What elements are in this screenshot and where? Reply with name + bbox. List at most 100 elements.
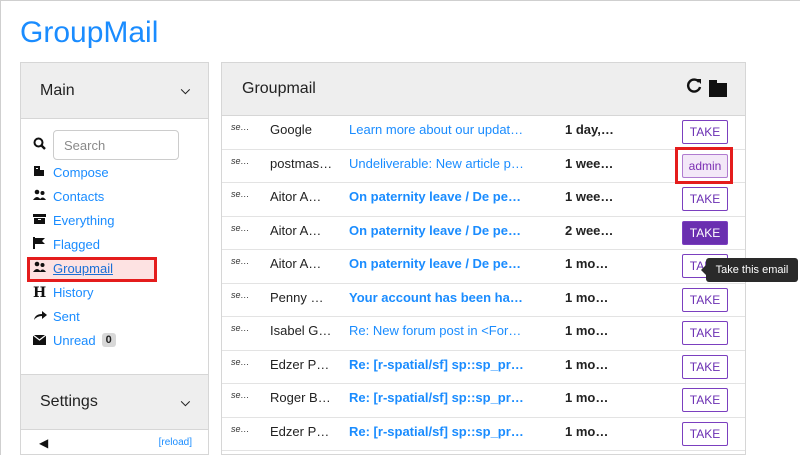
row-date: 1 mo… (565, 390, 609, 405)
sidebar-item-sent[interactable]: Sent (33, 309, 208, 325)
take-button[interactable]: TAKE (682, 220, 728, 245)
row-date: 1 mo… (565, 323, 609, 338)
row-subject-link[interactable]: Your account has been ha… (349, 284, 557, 317)
table-row[interactable]: se… Edzer P… Re: [r-spatial/sf] sp::sp_pr…… (222, 418, 745, 451)
table-row[interactable]: se… Isabel G… Re: New forum post in <For… 1… (222, 317, 745, 351)
sidebar-item-label: Groupmail (53, 261, 113, 276)
row-select-toggle[interactable]: se… (231, 150, 251, 183)
row-subject-link[interactable]: On paternity leave / De pe… (349, 250, 557, 283)
sidebar-item-label: Sent (53, 309, 80, 324)
row-select-toggle[interactable]: se… (231, 284, 251, 317)
table-row[interactable]: se… Roger B… Re: [r-spatial/sf] sp::sp_pr…… (222, 384, 745, 418)
row-subject-link[interactable]: Re: [r-spatial/sf] sp::sp_pr… (349, 351, 557, 384)
sidebar-item-label: Compose (53, 165, 109, 180)
table-row[interactable]: se… Aitor A… On paternity leave / De pe… 2 … (222, 217, 745, 250)
sidebar-item-flagged[interactable]: Flagged (33, 237, 208, 253)
table-row[interactable]: se… postmas… Undeliverable: New article p…… (222, 146, 745, 184)
sidebar-footer: ◀ [reload] (21, 430, 208, 455)
sidebar-item-unread[interactable]: Unread 0 (32, 333, 208, 349)
sidebar-item-groupmail[interactable]: Groupmail (27, 257, 208, 282)
chevron-down-icon[interactable]: ⌵ (181, 83, 190, 98)
row-subject-link[interactable]: Learn more about our updat… (349, 116, 557, 149)
take-button[interactable]: TAKE (682, 187, 728, 211)
search-row (33, 129, 208, 161)
row-date: 1 mo… (565, 423, 609, 439)
row-select-toggle[interactable]: se… (231, 217, 251, 250)
row-select-toggle[interactable]: se… (231, 183, 251, 216)
group-icon (33, 261, 53, 277)
collapse-left-icon[interactable]: ◀ (39, 436, 48, 450)
row-date: 1 mo… (565, 289, 609, 305)
row-subject-link[interactable]: On paternity leave / De pe… (349, 217, 557, 250)
sidebar-item-label: Unread (53, 333, 96, 348)
table-row[interactable]: se… Aitor A… On paternity leave / De pe… 1 … (222, 183, 745, 217)
row-subject-link[interactable]: Re: [r-spatial/sf] sp::sp_pr… (349, 418, 557, 451)
unread-icon (32, 333, 53, 349)
chevron-down-icon[interactable]: ⌵ (181, 395, 190, 410)
table-row[interactable]: se… Edzer P… Re: [r-spatial/sf] sp::sp_pr…… (222, 351, 745, 384)
search-icon (33, 137, 53, 153)
settings-section-header[interactable]: Settings ⌵ (21, 374, 208, 430)
sidebar-item-contacts[interactable]: Contacts (33, 189, 208, 205)
unread-count-badge: 0 (101, 333, 116, 347)
sidebar: Main ⌵ Compose Contacts Everything (20, 62, 209, 455)
refresh-icon[interactable] (685, 77, 703, 101)
settings-section-label: Settings (40, 393, 98, 410)
sidebar-item-label: Contacts (53, 189, 105, 204)
take-button[interactable]: TAKE (682, 421, 728, 446)
folder-icon[interactable] (709, 80, 727, 97)
flag-icon (33, 237, 53, 253)
sent-icon (33, 309, 53, 325)
row-select-toggle[interactable]: se… (231, 317, 251, 350)
row-date: 1 mo… (565, 256, 609, 271)
row-date: 1 day,… (565, 122, 614, 137)
everything-icon (33, 213, 53, 229)
sidebar-item-label: Everything (53, 213, 115, 228)
row-date: 2 wee… (565, 222, 614, 238)
row-select-toggle[interactable]: se… (231, 384, 251, 417)
row-select-toggle[interactable]: se… (231, 351, 251, 384)
row-subject-link[interactable]: On paternity leave / De pe… (349, 183, 557, 216)
row-sender: Aitor A… (270, 189, 322, 204)
row-sender: Penny … (270, 289, 324, 305)
row-sender: Aitor A… (270, 222, 322, 238)
row-date: 1 mo… (565, 356, 609, 372)
email-list: se… Google Learn more about our updat… 1 da… (222, 116, 745, 451)
take-tooltip: Take this email (701, 258, 798, 282)
row-date: 1 wee… (565, 189, 614, 204)
panel-tools (685, 77, 727, 101)
contacts-icon (33, 189, 53, 205)
take-button[interactable]: TAKE (682, 354, 728, 379)
row-select-toggle[interactable]: se… (231, 250, 251, 283)
sidebar-item-compose[interactable]: Compose (33, 165, 208, 181)
row-subject-link[interactable]: Re: [r-spatial/sf] sp::sp_pr… (349, 384, 557, 417)
take-button[interactable]: TAKE (682, 287, 728, 312)
sidebar-item-everything[interactable]: Everything (33, 213, 208, 229)
sidebar-item-label: Flagged (53, 237, 100, 252)
sidebar-item-history[interactable]: H History (33, 285, 208, 301)
row-subject-link[interactable]: Undeliverable: New article p… (349, 150, 557, 183)
row-sender: Edzer P… (270, 423, 330, 439)
take-button[interactable]: TAKE (682, 120, 728, 144)
take-button[interactable]: TAKE (682, 388, 728, 412)
search-input[interactable] (53, 130, 179, 160)
groupmail-panel: Groupmail se… Google Learn more about our … (221, 62, 746, 455)
sidebar-item-label: History (53, 285, 94, 300)
row-select-toggle[interactable]: se… (231, 418, 251, 451)
row-sender: Aitor A… (270, 256, 322, 271)
row-sender: Roger B… (270, 390, 331, 405)
row-subject-link[interactable]: Re: New forum post in <For… (349, 317, 557, 350)
row-select-toggle[interactable]: se… (231, 116, 251, 149)
panel-title: Groupmail (242, 80, 316, 97)
main-section-header[interactable]: Main ⌵ (21, 63, 208, 119)
main-section-label: Main (40, 81, 75, 99)
take-button[interactable]: TAKE (682, 321, 728, 345)
reload-link[interactable]: [reload] (159, 437, 192, 448)
table-row[interactable]: se… Penny … Your account has been ha… 1 mo…… (222, 284, 745, 317)
history-icon: H (33, 285, 47, 301)
table-row[interactable]: se… Google Learn more about our updat… 1 da… (222, 116, 745, 150)
app-title: GroupMail (20, 16, 159, 49)
row-sender: Edzer P… (270, 356, 330, 372)
table-row[interactable]: se… Aitor A… On paternity leave / De pe… 1 … (222, 250, 745, 284)
admin-button[interactable]: admin (682, 153, 728, 178)
